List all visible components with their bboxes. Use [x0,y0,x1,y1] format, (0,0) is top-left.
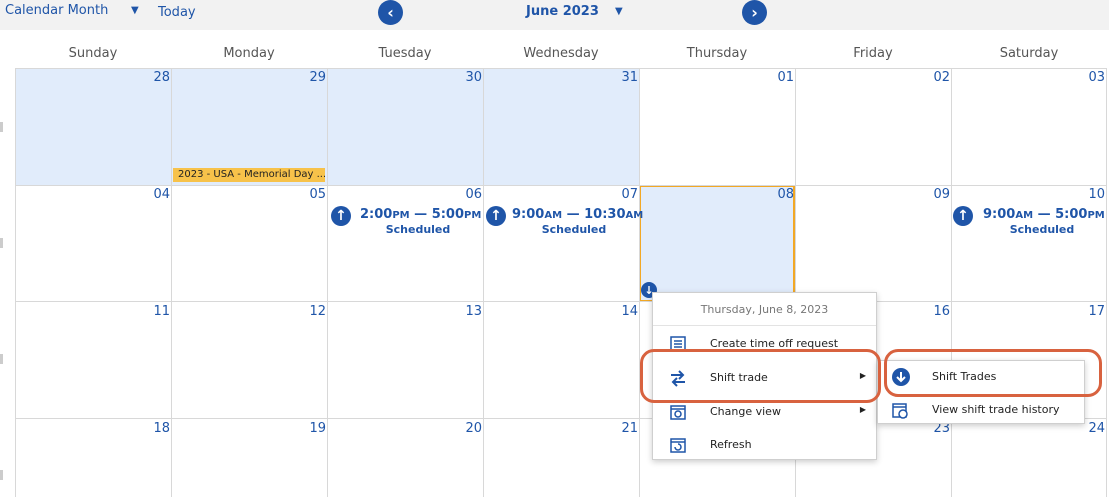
day-number: 07 [621,187,638,202]
day-number: 14 [621,304,638,319]
context-menu-header: Thursday, June 8, 2023 [653,293,876,326]
row-marker [0,238,3,248]
dow-saturday: Saturday [999,46,1059,61]
arrow-up-icon[interactable]: ↑ [331,206,351,226]
view-selector[interactable]: Calendar Month [5,3,108,18]
day-number: 31 [621,70,638,85]
day-number: 04 [153,187,170,202]
dow-sunday: Sunday [68,46,118,61]
day-number: 24 [1088,421,1105,436]
submenu-item-history[interactable]: View shift trade history [878,394,1084,426]
holiday-badge[interactable]: 2023 - USA - Memorial Day ... [173,168,325,182]
menu-item-label: Change view [710,405,781,418]
calendar-refresh-icon [669,436,687,454]
day-number: 01 [777,70,794,85]
shift-time[interactable]: 2:00PM — 5:00PM [360,207,481,222]
today-button[interactable]: Today [158,5,196,20]
day-number: 12 [309,304,326,319]
calendar-history-icon [891,401,909,419]
chevron-right-icon: › [751,3,758,22]
row-marker [0,470,3,480]
shift-time[interactable]: 9:00AM — 10:30AM [512,207,643,222]
day-number: 09 [933,187,950,202]
submenu-arrow-icon: ▶ [859,405,866,414]
highlight-ring [884,349,1102,397]
shift-time[interactable]: 9:00AM — 5:00PM [983,207,1105,222]
grid-line [639,68,640,497]
selected-day-cell[interactable] [639,185,795,302]
month-dropdown-caret-icon[interactable]: ▼ [615,6,623,17]
dow-thursday: Thursday [686,46,748,61]
day-number: 11 [153,304,170,319]
grid-line [327,68,328,497]
previous-month-button[interactable]: ‹ [378,0,403,25]
day-cell[interactable] [483,68,639,185]
day-number: 08 [777,187,794,202]
day-number: 28 [153,70,170,85]
day-number: 16 [933,304,950,319]
day-cell[interactable] [327,68,483,185]
menu-item-refresh[interactable]: Refresh [653,429,876,461]
calendar-toolbar: Calendar Month ▼ Today ‹ June 2023 ▼ › [0,0,1109,30]
grid-line [15,185,1107,186]
day-number: 19 [309,421,326,436]
day-number: 10 [1088,187,1105,202]
grid-line [15,68,1107,69]
month-title[interactable]: June 2023 [526,4,599,19]
day-number: 17 [1088,304,1105,319]
day-number: 30 [465,70,482,85]
row-marker [0,354,3,364]
grid-line [951,68,952,497]
grid-line [171,68,172,497]
day-number: 06 [465,187,482,202]
chevron-left-icon: ‹ [387,3,394,22]
day-number: 13 [465,304,482,319]
highlight-ring [640,349,881,403]
shift-status: Scheduled [385,223,451,236]
calendar-search-icon [669,403,687,421]
shift-status: Scheduled [1009,223,1075,236]
next-month-button[interactable]: › [742,0,767,25]
arrow-up-icon[interactable]: ↑ [953,206,973,226]
dow-tuesday: Tuesday [378,46,432,61]
dow-monday: Monday [223,46,275,61]
submenu-item-label: View shift trade history [932,403,1060,416]
day-number: 05 [309,187,326,202]
arrow-up-icon[interactable]: ↑ [486,206,506,226]
grid-line [15,68,16,497]
day-cell[interactable] [15,68,171,185]
dow-friday: Friday [853,46,893,61]
dow-wednesday: Wednesday [523,46,599,61]
shift-status: Scheduled [541,223,607,236]
grid-line [483,68,484,497]
row-marker [0,122,3,132]
grid-line [15,301,1107,302]
menu-item-label: Refresh [710,438,752,451]
grid-line [1106,68,1107,497]
day-number: 21 [621,421,638,436]
view-dropdown-caret-icon[interactable]: ▼ [131,5,139,16]
day-number: 20 [465,421,482,436]
day-number: 29 [309,70,326,85]
day-number: 02 [933,70,950,85]
day-number: 03 [1088,70,1105,85]
day-number: 18 [153,421,170,436]
